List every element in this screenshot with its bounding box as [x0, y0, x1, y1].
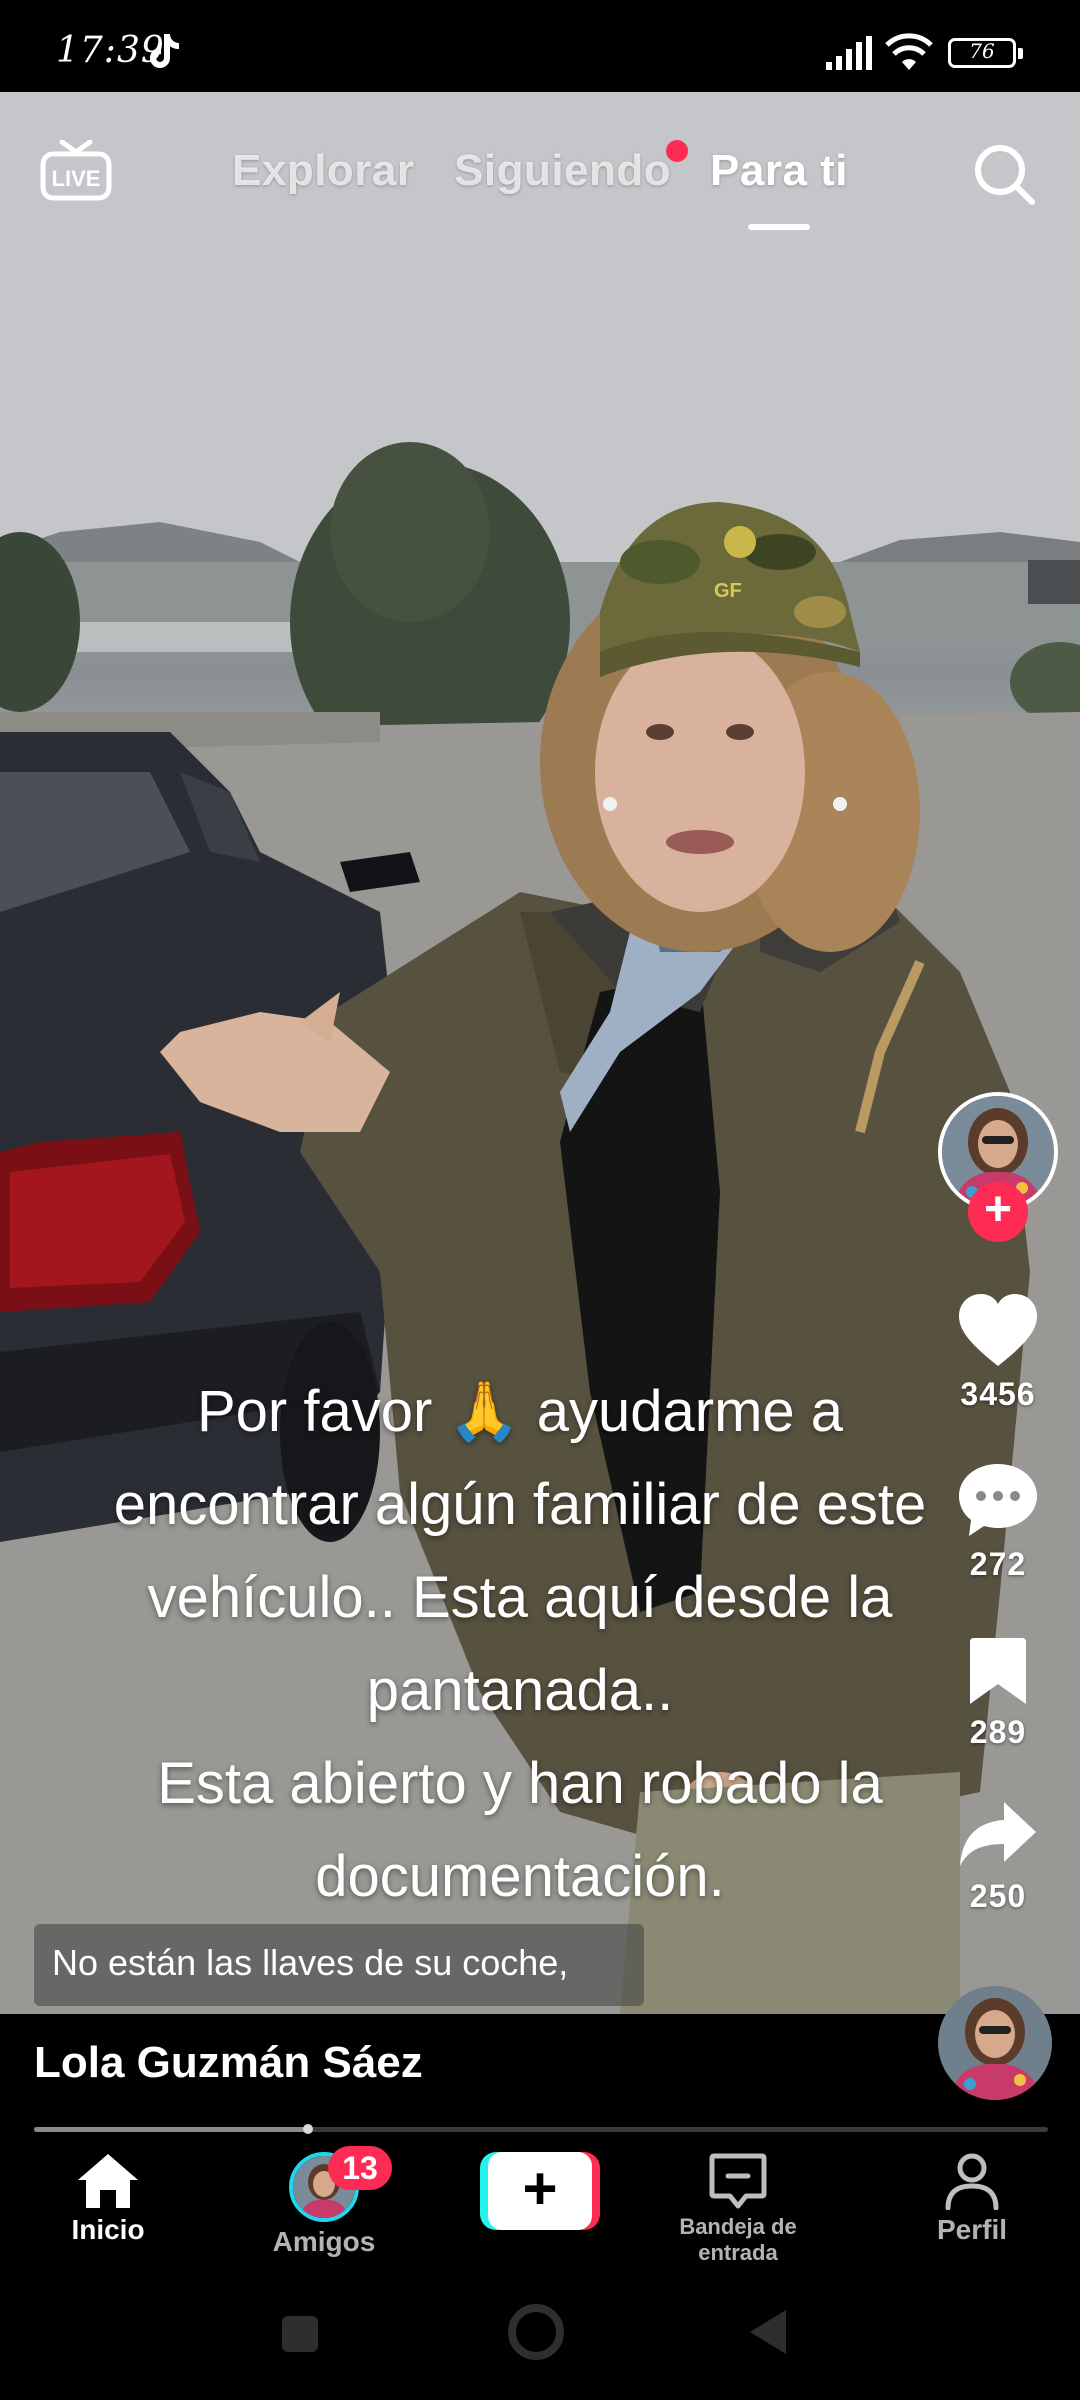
nav-amigos[interactable]: 13 Amigos — [224, 2146, 424, 2258]
home-icon — [78, 2154, 138, 2208]
siguiendo-notification-dot — [666, 140, 688, 162]
video-progress-bar[interactable] — [34, 2124, 1048, 2134]
battery-icon: 76 — [948, 38, 1023, 68]
comment-button[interactable]: 272 — [938, 1462, 1058, 1583]
recents-button[interactable] — [282, 2316, 318, 2352]
live-label: LIVE — [52, 166, 101, 191]
subtitle-text: No están las llaves de su coche, — [52, 1942, 569, 1983]
back-button[interactable] — [748, 2308, 788, 2356]
inbox-icon — [709, 2153, 767, 2209]
heart-icon — [959, 1294, 1037, 1366]
home-button[interactable] — [508, 2304, 564, 2360]
sound-avatar[interactable] — [938, 1986, 1052, 2100]
like-button[interactable]: 3456 — [938, 1292, 1058, 1413]
profile-icon — [945, 2153, 999, 2210]
author-band: Lola Guzmán Sáez — [0, 1986, 1080, 2132]
nav-perfil[interactable]: Perfil — [872, 2152, 1072, 2246]
tab-siguiendo[interactable]: Siguiendo — [454, 146, 671, 196]
wifi-icon — [885, 33, 933, 70]
comment-count: 272 — [969, 1546, 1027, 1582]
system-navigation-bar — [0, 2264, 1080, 2400]
bookmark-icon — [970, 1638, 1026, 1704]
video-progress-knob[interactable] — [302, 2124, 313, 2134]
caption-line: documentación. — [315, 1844, 725, 1909]
caption-line: vehículo.. Esta aquí desde la — [147, 1565, 893, 1630]
nav-inicio[interactable]: Inicio — [8, 2152, 208, 2246]
friends-badge: 13 — [328, 2146, 392, 2190]
plus-icon: + — [488, 2152, 592, 2230]
nav-bandeja[interactable]: Bandeja de entrada — [638, 2152, 838, 2266]
caption-line: pantanada.. — [366, 1658, 674, 1723]
signal-icon — [826, 36, 872, 70]
tab-para-ti[interactable]: Para ti — [710, 146, 848, 196]
active-tab-indicator — [748, 224, 810, 230]
caption-line: encontrar algún familiar de este — [113, 1472, 927, 1537]
share-count: 250 — [969, 1878, 1027, 1914]
subtitle-box: No están las llaves de su coche, — [34, 1924, 644, 2006]
nav-perfil-label: Perfil — [936, 2214, 1008, 2245]
save-button[interactable]: 289 — [938, 1636, 1058, 1751]
share-arrow-icon — [960, 1802, 1036, 1866]
video-caption-overlay: Por favor 🙏 ayudarme a encontrar algún f… — [40, 1365, 1000, 1923]
nav-inicio-label: Inicio — [71, 2214, 145, 2245]
author-name[interactable]: Lola Guzmán Sáez — [34, 2038, 423, 2088]
live-icon[interactable]: LIVE — [40, 140, 112, 202]
sound-avatar-image — [938, 1986, 1052, 2100]
comment-icon — [959, 1464, 1037, 1536]
tiktok-icon — [150, 34, 179, 68]
search-icon[interactable] — [972, 142, 1036, 206]
top-navigation: LIVE Explorar Siguiendo Para ti — [0, 92, 1080, 252]
save-count: 289 — [969, 1714, 1027, 1750]
battery-level: 76 — [969, 39, 995, 63]
tab-explorar[interactable]: Explorar — [232, 146, 415, 196]
like-count: 3456 — [960, 1376, 1036, 1412]
caption-line: Por favor 🙏 ayudarme a — [196, 1379, 844, 1444]
cap-logo: GF — [714, 580, 742, 602]
caption-line: Esta abierto y han robado la — [157, 1751, 883, 1816]
nav-amigos-label: Amigos — [272, 2226, 376, 2257]
nav-bandeja-label: Bandeja de entrada — [679, 2214, 797, 2265]
follow-button[interactable]: + — [968, 1182, 1028, 1242]
share-button[interactable]: 250 — [938, 1800, 1058, 1915]
status-bar: 17:39 76 — [0, 0, 1080, 92]
bottom-navigation: Inicio 13 Amigos + Bandeja de entrada Pe… — [0, 2134, 1080, 2266]
create-button[interactable]: + — [480, 2152, 600, 2230]
video-progress-fill — [34, 2127, 308, 2132]
